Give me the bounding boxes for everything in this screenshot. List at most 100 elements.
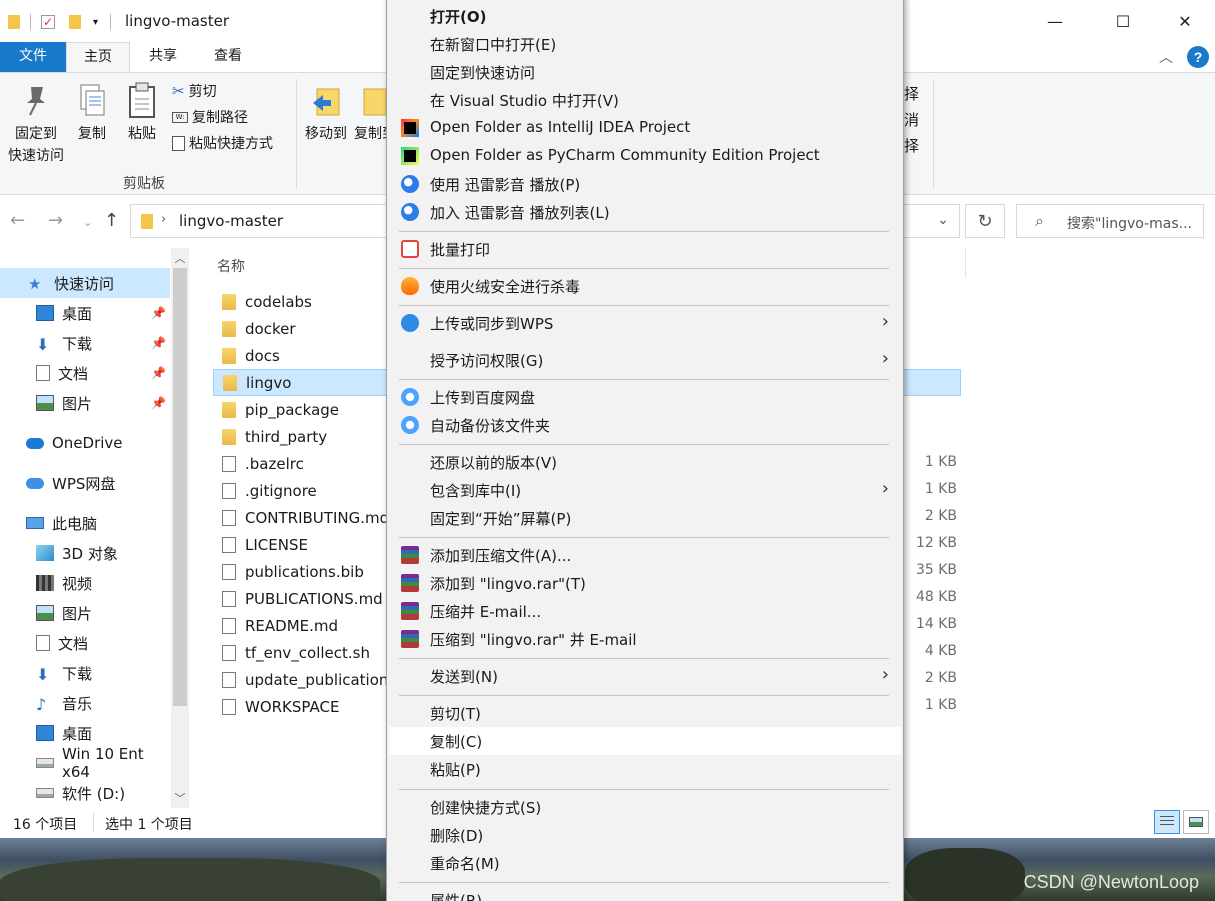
copy-to-button[interactable]: 复制到 xyxy=(354,81,386,145)
nav-item-music[interactable]: ♪ 音乐 xyxy=(0,688,170,718)
menu-item[interactable]: 上传到百度网盘 xyxy=(389,383,901,411)
copy-to-label: 复制到 xyxy=(354,126,386,142)
breadcrumb-chevron-icon[interactable]: › xyxy=(161,212,166,227)
menu-item[interactable]: 加入 迅雷影音 播放列表(L) xyxy=(389,198,901,226)
menu-item[interactable]: 添加到压缩文件(A)... xyxy=(389,541,901,569)
nav-item-desktop[interactable]: 桌面 📌 xyxy=(0,298,170,328)
paste-button[interactable]: 粘贴 xyxy=(122,81,162,145)
nav-item-pictures[interactable]: 图片 📌 xyxy=(0,388,170,418)
nav-label: 快速访问 xyxy=(54,274,115,293)
menu-item[interactable]: 批量打印 xyxy=(389,235,901,263)
menu-item[interactable]: 重命名(M) xyxy=(389,849,901,877)
details-view-button[interactable] xyxy=(1154,810,1180,834)
pin-icon[interactable]: 📌 xyxy=(151,396,166,410)
menu-item-label: 批量打印 xyxy=(430,241,491,259)
nav-item-wps-cloud[interactable]: WPS网盘 xyxy=(0,468,170,498)
help-icon[interactable]: ? xyxy=(1187,46,1209,68)
select-none-partial[interactable]: 消 xyxy=(904,107,919,133)
menu-item[interactable]: 固定到“开始”屏幕(P) xyxy=(389,504,901,532)
menu-item[interactable]: 添加到 "lingvo.rar"(T) xyxy=(389,569,901,597)
search-input[interactable]: ⌕ 搜索"lingvo-mas... xyxy=(1016,204,1204,238)
menu-item[interactable]: 压缩并 E-mail... xyxy=(389,597,901,625)
menu-item[interactable]: 包含到库中(I) › xyxy=(389,476,901,504)
nav-item-onedrive[interactable]: OneDrive xyxy=(0,428,170,458)
menu-item[interactable]: 打开(O) xyxy=(389,2,901,30)
menu-item[interactable]: 自动备份该文件夹 xyxy=(389,411,901,439)
nav-scrollbar[interactable]: ︿ ﹀ xyxy=(171,248,189,808)
properties-check-icon[interactable]: ✓ xyxy=(41,15,55,29)
menu-item[interactable]: 上传或同步到WPS › xyxy=(389,309,901,337)
menu-item[interactable]: 属性(R) xyxy=(389,886,901,901)
pin-icon xyxy=(19,81,53,121)
menu-item-label: 固定到快速访问 xyxy=(430,64,536,82)
nav-item-this-pc[interactable]: 此电脑 xyxy=(0,508,170,538)
invert-selection-partial[interactable]: 择 xyxy=(904,133,919,159)
nav-item-downloads-pc[interactable]: ⬇ 下载 xyxy=(0,658,170,688)
menu-item[interactable]: 创建快捷方式(S) xyxy=(389,793,901,821)
copy-button[interactable]: 复制 xyxy=(72,81,112,145)
minimize-button[interactable]: — xyxy=(1032,0,1078,42)
file-name: publications.bib xyxy=(245,562,364,581)
menu-item[interactable]: 还原以前的版本(V) xyxy=(389,448,901,476)
nav-item-3d-objects[interactable]: 3D 对象 xyxy=(0,538,170,568)
menu-item[interactable]: 粘贴(P) xyxy=(389,755,901,783)
column-header-name[interactable]: 名称 xyxy=(217,256,245,276)
nav-item-drive-c[interactable]: Win 10 Ent x64 xyxy=(0,745,170,781)
large-icons-view-button[interactable] xyxy=(1183,810,1209,834)
pin-quick-access-button[interactable]: 固定到 快速访问 xyxy=(6,81,66,167)
pin-icon[interactable]: 📌 xyxy=(151,306,166,320)
nav-item-desktop-pc[interactable]: 桌面 xyxy=(0,718,170,748)
nav-item-documents[interactable]: 文档 📌 xyxy=(0,358,170,388)
scrollbar-thumb[interactable] xyxy=(173,268,187,706)
menu-item[interactable]: 复制(C) xyxy=(389,727,901,755)
menu-item[interactable]: Open Folder as IntelliJ IDEA Project xyxy=(389,114,901,142)
pin-icon[interactable]: 📌 xyxy=(151,336,166,350)
recent-dropdown-icon[interactable]: ⌄ xyxy=(83,216,92,229)
forward-arrow-icon[interactable]: → xyxy=(48,210,63,231)
paste-shortcut-button[interactable]: 粘贴快捷方式 xyxy=(172,133,273,153)
menu-item[interactable]: 剪切(T) xyxy=(389,699,901,727)
menu-item[interactable]: 在 Visual Studio 中打开(V) xyxy=(389,86,901,114)
close-button[interactable]: ✕ xyxy=(1162,0,1208,42)
nav-item-downloads[interactable]: ⬇ 下载 📌 xyxy=(0,328,170,358)
menu-item[interactable]: 使用 迅雷影音 播放(P) xyxy=(389,170,901,198)
menu-item[interactable]: 使用火绒安全进行杀毒 xyxy=(389,272,901,300)
file-icon xyxy=(222,617,236,634)
tab-share[interactable]: 共享 xyxy=(135,42,191,72)
nav-item-documents-pc[interactable]: 文档 xyxy=(0,628,170,658)
customize-dropdown-icon[interactable]: ▾ xyxy=(93,17,98,28)
back-arrow-icon[interactable]: ← xyxy=(10,210,25,231)
menu-item[interactable]: 删除(D) xyxy=(389,821,901,849)
tab-view[interactable]: 查看 xyxy=(198,42,258,72)
nav-item-drive-d[interactable]: 软件 (D:) xyxy=(0,778,170,808)
maximize-button[interactable]: ☐ xyxy=(1100,0,1146,42)
nav-item-quick-access[interactable]: ★ 快速访问 xyxy=(0,268,170,298)
scroll-up-icon[interactable]: ︿ xyxy=(171,250,189,266)
scroll-down-icon[interactable]: ﹀ xyxy=(171,790,189,806)
tab-home[interactable]: 主页 xyxy=(66,42,130,72)
nav-item-videos[interactable]: 视频 xyxy=(0,568,170,598)
cut-button[interactable]: ✂ 剪切 xyxy=(172,81,217,101)
new-folder-icon[interactable] xyxy=(69,15,81,29)
file-icon xyxy=(222,563,236,580)
nav-label: WPS网盘 xyxy=(52,474,116,493)
menu-item[interactable]: 在新窗口中打开(E) xyxy=(389,30,901,58)
tab-file[interactable]: 文件 xyxy=(0,42,66,72)
up-arrow-icon[interactable]: ↑ xyxy=(104,210,119,231)
menu-item[interactable]: 授予访问权限(G) › xyxy=(389,346,901,374)
address-dropdown-icon[interactable]: ⌄ xyxy=(937,212,949,228)
menu-item[interactable]: 压缩到 "lingvo.rar" 并 E-mail xyxy=(389,625,901,653)
address-path[interactable]: lingvo-master xyxy=(179,212,283,230)
menu-item-label: 复制(C) xyxy=(430,733,483,751)
refresh-button[interactable]: ↻ xyxy=(965,204,1005,238)
select-all-partial[interactable]: 择 xyxy=(904,81,919,107)
copy-to-icon xyxy=(360,81,386,121)
menu-item[interactable]: 固定到快速访问 xyxy=(389,58,901,86)
move-to-button[interactable]: 移动到 xyxy=(300,81,352,145)
copy-path-button[interactable]: W: 复制路径 xyxy=(172,107,248,127)
nav-item-pictures-pc[interactable]: 图片 xyxy=(0,598,170,628)
menu-item[interactable]: 发送到(N) › xyxy=(389,662,901,690)
collapse-ribbon-icon[interactable]: ︿ xyxy=(1159,47,1173,67)
pin-icon[interactable]: 📌 xyxy=(151,366,166,380)
menu-item[interactable]: Open Folder as PyCharm Community Edition… xyxy=(389,142,901,170)
